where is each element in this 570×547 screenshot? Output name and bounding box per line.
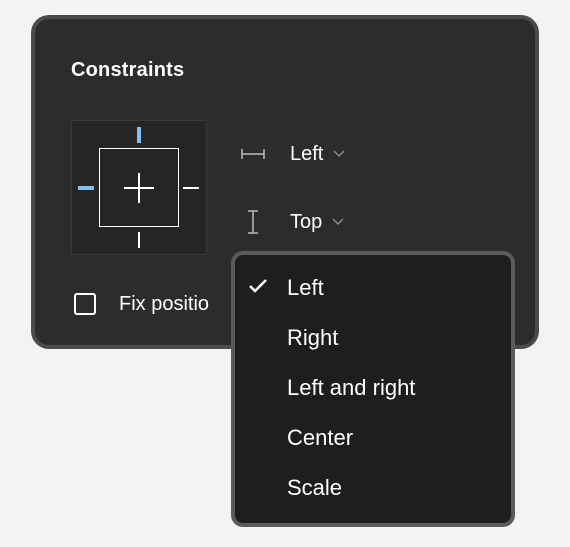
chevron-down-icon bbox=[333, 150, 345, 158]
menu-item-label: Scale bbox=[287, 475, 343, 500]
menu-item-label: Center bbox=[287, 425, 354, 450]
constraint-top-toggle[interactable] bbox=[137, 127, 141, 143]
constraint-bottom-toggle[interactable] bbox=[138, 232, 140, 248]
menu-item-label: Left bbox=[287, 275, 324, 300]
horizontal-constraint-value: Left bbox=[290, 142, 324, 165]
vertical-constraint-value: Top bbox=[290, 210, 323, 233]
fix-position-label: Fix positio bbox=[119, 293, 210, 315]
menu-item-label: Right bbox=[287, 325, 339, 350]
menu-item-scale[interactable]: Scale bbox=[235, 465, 511, 509]
horizontal-constraint-select[interactable]: Left bbox=[240, 139, 345, 169]
menu-item-left-and-right[interactable]: Left and right bbox=[235, 365, 511, 409]
menu-item-left[interactable]: Left bbox=[235, 265, 511, 309]
menu-item-center[interactable]: Center bbox=[235, 415, 511, 459]
fix-position-checkbox[interactable] bbox=[74, 293, 96, 315]
horizontal-constraint-icon bbox=[241, 149, 265, 159]
vertical-constraint-icon bbox=[248, 210, 258, 234]
constraint-right-toggle[interactable] bbox=[183, 187, 199, 189]
panel-title: Constraints bbox=[71, 59, 185, 81]
constraint-left-toggle[interactable] bbox=[78, 186, 94, 190]
chevron-down-icon bbox=[332, 218, 344, 226]
constraint-widget bbox=[71, 120, 207, 255]
checkmark-icon bbox=[249, 279, 267, 293]
menu-item-label: Left and right bbox=[287, 375, 416, 400]
vertical-constraint-select[interactable]: Top bbox=[240, 207, 344, 237]
plus-icon-vertical[interactable] bbox=[138, 173, 140, 203]
horizontal-constraint-dropdown: Left Right Left and right Center Scale bbox=[231, 251, 515, 527]
menu-item-right[interactable]: Right bbox=[235, 315, 511, 359]
